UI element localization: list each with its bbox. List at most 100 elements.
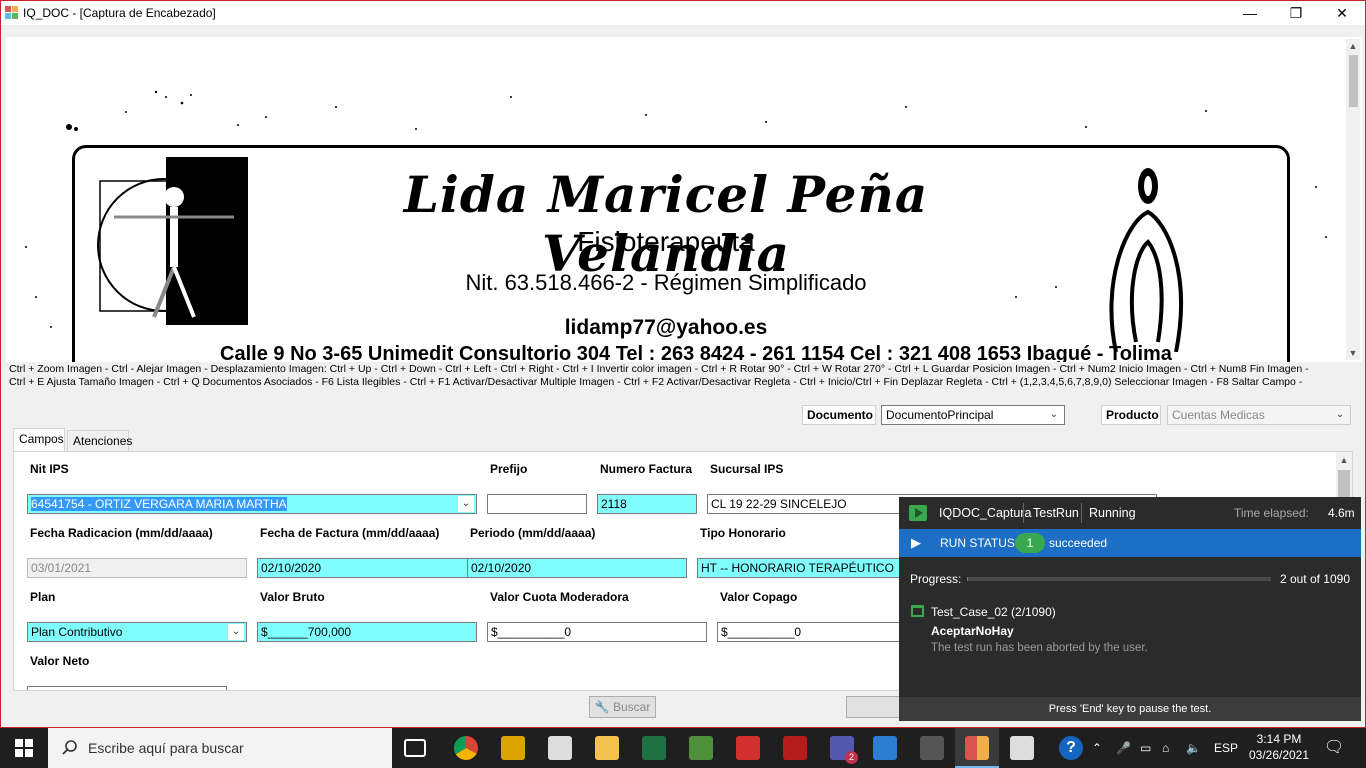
periodo-input[interactable]: 02/10/2020: [467, 558, 687, 578]
teams-icon[interactable]: 2: [830, 736, 858, 764]
window-app-icon[interactable]: [1010, 736, 1034, 760]
volume-icon[interactable]: 🔈: [1186, 728, 1201, 768]
documento-select-value: DocumentoPrincipal: [886, 408, 994, 422]
nit-ips-select[interactable]: 64541754 - ORTIZ VERGARA MARIA MARTHA ⌄: [27, 494, 477, 514]
notepad-app-icon[interactable]: [689, 736, 713, 760]
title-bar: IQ_DOC - [Captura de Encabezado] — ❐ ✕: [1, 1, 1365, 25]
image-vertical-scrollbar[interactable]: ▲ ▼: [1346, 39, 1360, 360]
test-project-name: IQDOC_Captura: [939, 506, 1032, 520]
microphone-icon[interactable]: 🎤: [1116, 728, 1131, 768]
progress-text: 2 out of 1090: [1279, 572, 1350, 586]
scroll-up-icon[interactable]: ▲: [1336, 452, 1352, 468]
producto-select-value: Cuentas Medicas: [1172, 408, 1265, 422]
test-step-name: AceptarNoHay: [931, 624, 1014, 638]
progress-label: Progress:: [910, 572, 962, 586]
time-elapsed-label: Time elapsed:: [1234, 506, 1309, 520]
valor-neto-label: Valor Neto: [30, 654, 90, 668]
prefijo-input[interactable]: [487, 494, 587, 514]
chevron-down-icon: ⌄: [1335, 409, 1345, 420]
divider: [1023, 503, 1024, 523]
tools-app-icon[interactable]: [783, 736, 807, 760]
valor-neto-input[interactable]: [27, 686, 227, 690]
search-icon: 🔧: [594, 700, 610, 714]
document-image-viewer[interactable]: Lida Maricel Peña Velandia Fisioterapeut…: [6, 37, 1362, 362]
windows-start-icon[interactable]: [15, 739, 33, 757]
plan-select[interactable]: Plan Contributivo ⌄: [27, 622, 247, 642]
tipo-honorario-select[interactable]: HT -- HONORARIO TERAPÉUTICO: [697, 558, 907, 578]
test-case-icon: [911, 605, 924, 617]
network-app-icon[interactable]: [873, 736, 897, 760]
sucursal-ips-label: Sucursal IPS: [710, 462, 784, 476]
chevron-up-icon[interactable]: ⌃: [1092, 728, 1102, 768]
teams-badge: 2: [845, 751, 858, 764]
app-icon-1[interactable]: [501, 736, 525, 760]
prefijo-label: Prefijo: [490, 462, 528, 476]
numero-factura-input[interactable]: 2118: [597, 494, 697, 514]
notifications-icon[interactable]: 🗨: [1324, 728, 1344, 768]
app-window: IQ_DOC - [Captura de Encabezado] — ❐ ✕ L…: [0, 0, 1366, 728]
copago-input[interactable]: $__________0: [717, 622, 907, 642]
document-app-icon[interactable]: [548, 736, 572, 760]
tab-campos[interactable]: Campos: [13, 428, 65, 451]
cuota-moderadora-input[interactable]: $__________0: [487, 622, 707, 642]
valor-bruto-input[interactable]: $______700,000: [257, 622, 477, 642]
letterhead-name: Lida Maricel Peña Velandia: [403, 165, 929, 283]
buscar-button-label: Buscar: [612, 700, 651, 714]
network-icon[interactable]: ⌂: [1162, 728, 1169, 768]
cuota-moderadora-label: Valor Cuota Moderadora: [490, 590, 629, 604]
help-icon[interactable]: ?: [1059, 736, 1083, 760]
taskbar: Escribe aquí para buscar 2 ? ⌃ 🎤 ▭ ⌂ 🔈 E…: [0, 728, 1366, 768]
test-runner-header: IQDOC_Captura TestRun Running Time elaps…: [899, 497, 1361, 529]
letterhead-nit: Nit. 63.518.466-2 - Régimen Simplificado: [465, 270, 867, 295]
tipo-honorario-label: Tipo Honorario: [700, 526, 786, 540]
documento-select[interactable]: DocumentoPrincipal ⌄: [881, 405, 1065, 425]
app-icon: [5, 6, 18, 19]
fecha-factura-input[interactable]: 02/10/2020: [257, 558, 477, 578]
progress-bar: [967, 577, 1271, 581]
file-explorer-icon[interactable]: [595, 736, 619, 760]
chevron-down-icon: ⌄: [228, 624, 244, 640]
documento-label: Documento: [802, 405, 876, 425]
scroll-down-icon[interactable]: ▼: [1346, 346, 1360, 360]
search-icon: [62, 740, 77, 755]
nit-ips-value: 64541754 - ORTIZ VERGARA MARIA MARTHA: [31, 497, 287, 511]
plan-label: Plan: [30, 590, 56, 604]
valor-bruto-label: Valor Bruto: [260, 590, 325, 604]
nit-ips-label: Nit IPS: [30, 462, 69, 476]
language-indicator[interactable]: ESP: [1214, 728, 1238, 768]
iqdoc-app-icon: [965, 736, 989, 760]
fecha-factura-label: Fecha de Factura (mm/dd/aaaa): [260, 526, 440, 540]
acrobat-icon[interactable]: [736, 736, 760, 760]
excel-icon[interactable]: [642, 736, 666, 760]
numero-factura-label: Numero Factura: [600, 462, 693, 476]
battery-icon[interactable]: ▭: [1140, 728, 1151, 768]
producto-select: Cuentas Medicas ⌄: [1167, 405, 1351, 425]
chrome-icon[interactable]: [454, 736, 478, 760]
chevron-down-icon: ⌄: [1049, 409, 1059, 420]
scroll-thumb[interactable]: [1338, 470, 1350, 500]
periodo-label: Periodo (mm/dd/aaaa): [470, 526, 596, 540]
test-runner-panel: IQDOC_Captura TestRun Running Time elaps…: [899, 497, 1361, 721]
flag-icon: [909, 505, 927, 521]
iqdoc-taskbar-button[interactable]: [955, 728, 999, 768]
taskbar-search[interactable]: Escribe aquí para buscar: [48, 728, 392, 768]
tab-atenciones[interactable]: Atenciones: [67, 430, 132, 451]
run-status-label: RUN STATUS: [940, 536, 1015, 550]
secondary-button[interactable]: [846, 696, 906, 718]
clock[interactable]: 3:14 PM 03/26/2021: [1248, 728, 1310, 768]
scroll-thumb[interactable]: [1349, 55, 1358, 107]
buscar-button[interactable]: 🔧 Buscar: [589, 696, 656, 718]
succeeded-label: succeeded: [1049, 536, 1108, 550]
test-run-mode: TestRun: [1033, 506, 1079, 520]
test-run-message: The test run has been aborted by the use…: [931, 642, 1148, 654]
fecha-radicacion-input: 03/01/2021: [27, 558, 247, 578]
close-button[interactable]: ✕: [1319, 1, 1365, 25]
restore-button[interactable]: ❐: [1273, 1, 1319, 25]
test-case-name: Test_Case_02 (2/1090): [931, 605, 1056, 619]
chevron-down-icon: ⌄: [458, 496, 474, 512]
progress-bar-fill: [967, 577, 968, 581]
task-view-icon[interactable]: [404, 739, 426, 757]
user-app-icon[interactable]: [920, 736, 944, 760]
scroll-up-icon[interactable]: ▲: [1346, 39, 1360, 53]
minimize-button[interactable]: —: [1227, 1, 1273, 25]
